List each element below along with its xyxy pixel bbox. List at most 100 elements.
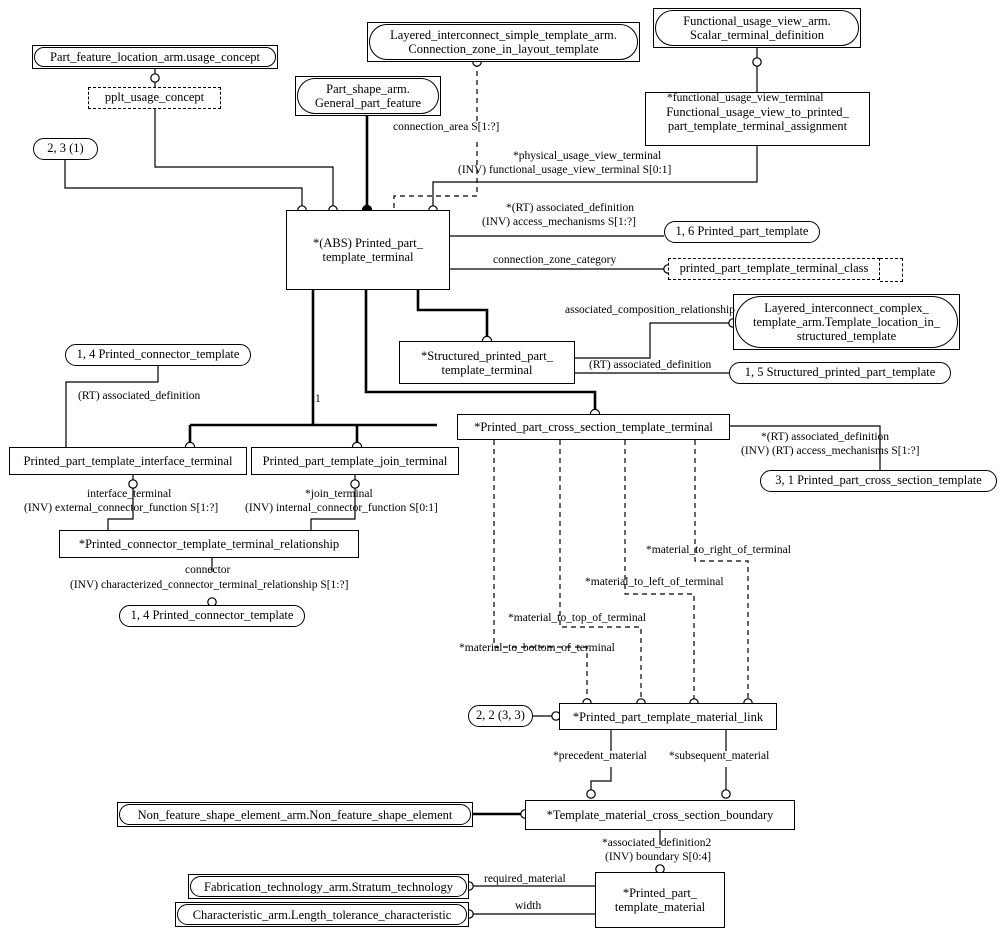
- part-shape-arm-line1: Part_shape_arm.: [326, 82, 410, 96]
- pptt-line2: template_terminal: [322, 250, 414, 264]
- fuv-assignment-line1: Functional_usage_view_to_printed_: [666, 105, 849, 119]
- node-cross-section-terminal[interactable]: *Printed_part_cross_section_template_ter…: [457, 414, 730, 440]
- structured-pptt-line1: *Structured_printed_part_: [421, 348, 553, 363]
- ppt-material-line1: *Printed_part_: [622, 886, 698, 900]
- fuv-arm-line2: Scalar_terminal_definition: [690, 28, 824, 42]
- page-ref-1-4-top-label: 1, 4 Printed_connector_template: [76, 347, 240, 362]
- layered-complex-line1: Layered_interconnect_complex_: [764, 301, 929, 315]
- layered-complex-line2: template_arm.Template_location_in_: [753, 315, 940, 329]
- circle-fuvarm: [752, 57, 762, 67]
- label-physical-usage-view-terminal-l2: (INV) functional_usage_view_terminal S[0…: [458, 164, 672, 176]
- node-fabrication-technology[interactable]: Fabrication_technology_arm.Stratum_techn…: [188, 874, 469, 899]
- ppt-material-line2: template_material: [614, 900, 706, 914]
- pplt-usage-concept-label: pplt_usage_concept: [104, 90, 205, 105]
- node-layered-interconnect-simple[interactable]: Layered_interconnect_simple_template_arm…: [367, 22, 640, 62]
- label-material-to-top: *material_to_top_of_terminal: [508, 612, 646, 624]
- line-structured-to-layeredcomplex: [575, 322, 733, 359]
- node-printed-part-template-material[interactable]: *Printed_part_ template_material: [595, 872, 725, 928]
- label-associated-composition-relationship: associated_composition_relationship: [565, 304, 735, 316]
- node-page-ref-1-6[interactable]: 1, 6 Printed_part_template: [664, 221, 820, 243]
- node-material-link[interactable]: *Printed_part_template_material_link: [559, 703, 777, 730]
- node-pptt-class[interactable]: printed_part_template_terminal_class: [668, 258, 880, 280]
- material-link-label: *Printed_part_template_material_link: [572, 709, 764, 724]
- line-terminal-to-structured: [416, 290, 489, 341]
- page-ref-2-3-1-label: 2, 3 (1): [47, 141, 84, 156]
- label-physical-usage-view-terminal-l1: *physical_usage_view_terminal: [513, 150, 662, 162]
- part-shape-arm-line2: General_part_feature: [314, 96, 422, 110]
- fuv-arm-line1: Functional_usage_view_arm.: [683, 14, 831, 28]
- label-connection-area: connection_area S[1:?]: [393, 121, 500, 133]
- page-ref-3-1-label: 3, 1 Printed_part_cross_section_template: [775, 473, 982, 488]
- line-material-to-right: [694, 440, 749, 703]
- line-pplt-to-terminal: [154, 109, 334, 210]
- label-one: 1: [315, 393, 321, 405]
- fuv-assignment-inner: Functional_usage_view_to_printed_ part_t…: [666, 105, 849, 133]
- node-part-shape-arm[interactable]: Part_shape_arm. General_part_feature: [295, 76, 441, 116]
- label-interface-terminal-l1: interface_terminal: [87, 488, 172, 500]
- node-functional-usage-view-arm[interactable]: Functional_usage_view_arm. Scalar_termin…: [653, 8, 861, 48]
- line-pageref14-to-interface: [65, 366, 159, 447]
- node-page-ref-2-3-1[interactable]: 2, 3 (1): [33, 138, 98, 160]
- label-interface-terminal-l2: (INV) external_connector_function S[1:?]: [24, 502, 219, 514]
- label-connection-zone-category: connection_zone_category: [493, 254, 617, 266]
- page-ref-1-6-label: 1, 6 Printed_part_template: [675, 224, 809, 239]
- ppt-material-inner: *Printed_part_ template_material: [615, 886, 705, 914]
- layered-simple-line2: Connection_zone_in_layout_template: [408, 42, 599, 56]
- label-functional-usage-view-terminal: *functional_usage_view_terminal: [667, 92, 824, 104]
- layered-complex-line3: structured_template: [796, 329, 897, 343]
- circle-boundary-subsequent: [721, 789, 731, 799]
- pct-terminal-relationship-label: *Printed_connector_template_terminal_rel…: [78, 537, 340, 551]
- label-required-material: required_material: [484, 873, 566, 885]
- label-connector-l1: connector: [185, 564, 231, 576]
- node-non-feature-shape-element[interactable]: Non_feature_shape_element_arm.Non_featur…: [117, 802, 473, 827]
- pptt-inner: *(ABS) Printed_part_ template_terminal: [313, 236, 423, 264]
- label-associated-definition2-l1: *associated_definition2: [602, 837, 712, 849]
- node-template-material-boundary[interactable]: *Template_material_cross_section_boundar…: [525, 800, 795, 830]
- label-precedent-material: *precedent_material: [553, 750, 647, 762]
- node-layered-interconnect-complex[interactable]: Layered_interconnect_complex_ template_a…: [733, 294, 960, 350]
- interface-terminal-label: Printed_part_template_interface_terminal: [23, 454, 233, 468]
- label-rt-associated-definition-struct: (RT) associated_definition: [589, 359, 712, 371]
- pptt-class-label: printed_part_template_terminal_class: [679, 261, 869, 276]
- label-join-terminal-l1: *join_terminal: [305, 488, 373, 500]
- line-material-to-bottom: [493, 440, 588, 703]
- node-join-terminal[interactable]: Printed_part_template_join_terminal: [251, 447, 459, 475]
- node-page-ref-1-5[interactable]: 1, 5 Structured_printed_part_template: [729, 362, 951, 384]
- node-interface-terminal[interactable]: Printed_part_template_interface_terminal: [9, 447, 247, 475]
- label-rt-associated-definition-l2: (INV) access_mechanisms S[1:?]: [482, 216, 636, 228]
- characteristic-arm-label: Characteristic_arm.Length_tolerance_char…: [177, 904, 467, 925]
- circle-pplt-usage-concept: [150, 73, 160, 83]
- express-g-diagram-canvas: Part_feature_location_arm.usage_concept …: [0, 0, 1004, 938]
- layered-complex-inner: Layered_interconnect_complex_ template_a…: [735, 296, 958, 348]
- page-ref-2-2-3-3-label: 2, 2 (3, 3): [476, 708, 525, 723]
- label-material-to-bottom: *material_to_bottom_of_terminal: [459, 642, 615, 654]
- node-page-ref-3-1[interactable]: 3, 1 Printed_part_cross_section_template: [760, 470, 997, 492]
- node-structured-pptt[interactable]: *Structured_printed_part_ template_termi…: [399, 341, 575, 384]
- node-page-ref-2-2-3-3[interactable]: 2, 2 (3, 3): [468, 705, 533, 727]
- node-page-ref-1-4-top[interactable]: 1, 4 Printed_connector_template: [65, 344, 251, 366]
- label-material-to-left: *material_to_left_of_terminal: [585, 576, 724, 588]
- label-width: width: [515, 900, 542, 912]
- line-material-to-top: [559, 440, 642, 703]
- node-part-feature-location[interactable]: Part_feature_location_arm.usage_concept: [32, 45, 278, 69]
- node-pplt-usage-concept[interactable]: pplt_usage_concept: [88, 87, 221, 109]
- page-ref-1-5-label: 1, 5 Structured_printed_part_template: [744, 365, 936, 380]
- label-rt-associated-definition-l1: *(RT) associated_definition: [506, 202, 635, 214]
- node-printed-part-template-terminal[interactable]: *(ABS) Printed_part_ template_terminal: [286, 210, 450, 290]
- layered-simple-inner: Layered_interconnect_simple_template_arm…: [369, 24, 638, 60]
- label-cs-rt-associated-definition-l2: (INV) (RT) access_mechanisms S[1:?]: [741, 445, 920, 457]
- node-page-ref-1-4-bottom[interactable]: 1, 4 Printed_connector_template: [119, 605, 305, 627]
- label-material-to-right: *material_to_right_of_terminal: [646, 544, 791, 556]
- fabrication-technology-label: Fabrication_technology_arm.Stratum_techn…: [190, 876, 467, 897]
- node-pct-terminal-relationship[interactable]: *Printed_connector_template_terminal_rel…: [59, 530, 359, 558]
- fuv-arm-inner: Functional_usage_view_arm. Scalar_termin…: [655, 10, 859, 46]
- label-cs-rt-associated-definition-l1: *(RT) associated_definition: [761, 431, 890, 443]
- part-shape-arm-inner: Part_shape_arm. General_part_feature: [297, 78, 439, 114]
- part-feature-location-label: Part_feature_location_arm.usage_concept: [34, 47, 276, 67]
- structured-pptt-inner: *Structured_printed_part_ template_termi…: [421, 349, 553, 377]
- label-rt-associated-definition-conn: (RT) associated_definition: [78, 390, 201, 402]
- join-terminal-label: Printed_part_template_join_terminal: [262, 454, 448, 468]
- pptt-class-stub: [880, 258, 903, 282]
- node-characteristic-arm[interactable]: Characteristic_arm.Length_tolerance_char…: [175, 902, 469, 927]
- line-material-to-left: [624, 440, 695, 703]
